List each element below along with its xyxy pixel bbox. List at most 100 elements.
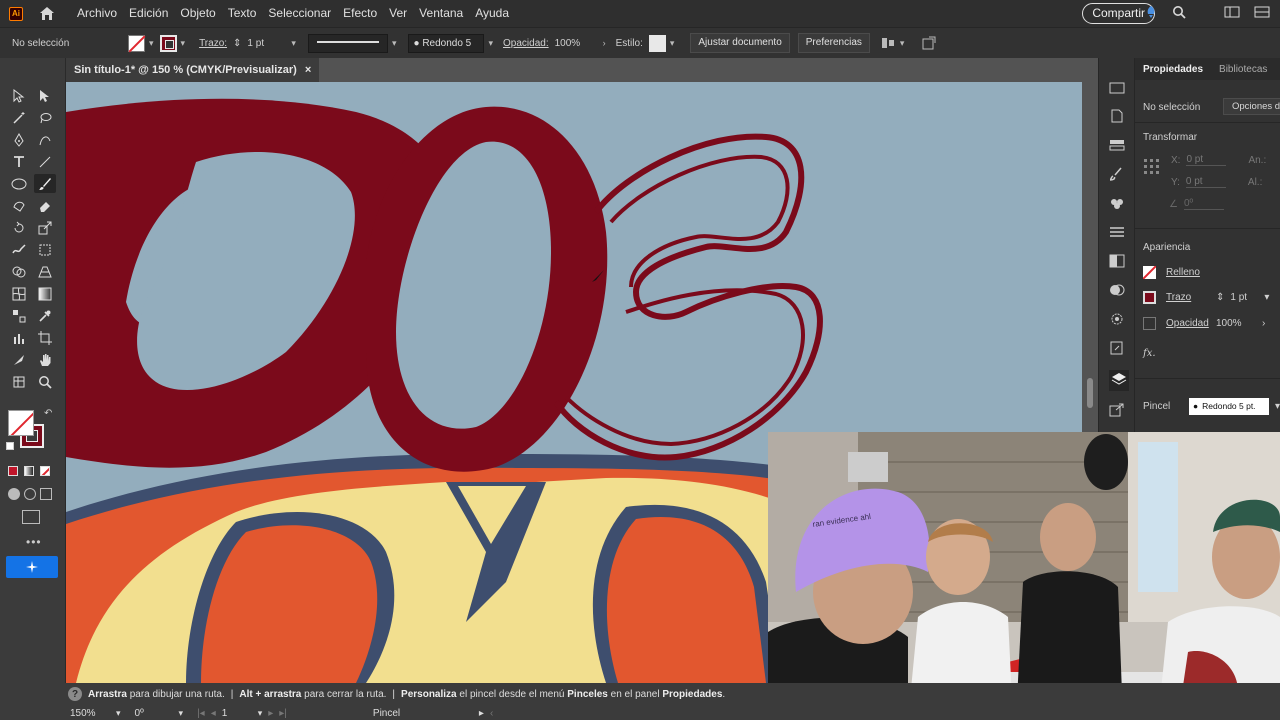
gradient-mode-icon[interactable] — [24, 466, 34, 476]
pen-tool-icon[interactable] — [8, 130, 30, 149]
chevron-right-icon[interactable]: › — [1262, 318, 1265, 329]
close-tab-icon[interactable]: × — [305, 58, 311, 82]
draw-behind-icon[interactable] — [24, 488, 36, 500]
rotation-field[interactable]: 0º — [135, 708, 173, 719]
opacity-field[interactable]: 100% — [1216, 318, 1256, 329]
preferences-button[interactable]: Preferencias — [797, 33, 870, 53]
align-icon[interactable] — [880, 28, 896, 59]
opacity-field[interactable]: 100% — [555, 28, 599, 59]
fill-none-swatch[interactable] — [1143, 266, 1156, 279]
scale-tool-icon[interactable] — [34, 218, 56, 237]
slice-tool-icon[interactable] — [8, 350, 30, 369]
shaper-tool-icon[interactable] — [8, 196, 30, 215]
export-icon[interactable] — [1109, 341, 1129, 358]
swap-arrow-icon[interactable]: ↶ — [44, 408, 52, 419]
curvature-tool-icon[interactable] — [34, 130, 56, 149]
more-tools-icon[interactable]: ••• — [26, 535, 42, 549]
swatches-icon[interactable] — [1109, 138, 1129, 155]
tab-properties[interactable]: Propiedades — [1135, 64, 1211, 75]
menu-edicion[interactable]: Edición — [123, 0, 174, 27]
workspace-icon[interactable] — [1224, 6, 1240, 21]
first-artboard-icon[interactable]: |◂ — [197, 708, 205, 719]
rocket-icon[interactable] — [1144, 5, 1158, 22]
document-setup-button[interactable]: Ajustar documento — [690, 33, 790, 53]
fill-indicator[interactable] — [8, 410, 34, 436]
stroke-label[interactable]: Trazo: — [199, 28, 227, 59]
menu-ver[interactable]: Ver — [383, 0, 413, 27]
draw-inside-icon[interactable] — [40, 488, 52, 500]
shape-builder-icon[interactable] — [8, 262, 30, 281]
default-colors-icon[interactable] — [6, 442, 14, 450]
eraser-tool-icon[interactable] — [34, 196, 56, 215]
draw-normal-icon[interactable] — [8, 488, 20, 500]
document-tab[interactable]: Sin título-1* @ 150 % (CMYK/Previsualiza… — [66, 58, 320, 82]
transparency-icon[interactable] — [1109, 254, 1129, 271]
scroll-thumb[interactable] — [1087, 378, 1093, 408]
stroke-stepper-icon[interactable]: ⇕ — [1216, 292, 1224, 303]
brushes-icon[interactable] — [1109, 167, 1129, 184]
stroke-color-swatch[interactable] — [1143, 291, 1156, 304]
fill-swatch[interactable] — [128, 34, 145, 52]
menu-seleccionar[interactable]: Seleccionar — [262, 0, 337, 27]
fill-stroke-widget[interactable]: ↶ — [6, 408, 54, 456]
last-artboard-icon[interactable]: ▸| — [279, 708, 287, 719]
asset-export-icon[interactable] — [1109, 403, 1129, 420]
x-field[interactable]: 0 pt — [1186, 154, 1227, 166]
artboard-tool-icon[interactable] — [34, 328, 56, 347]
color-guide-icon[interactable] — [1109, 312, 1129, 329]
hand-tool-icon[interactable] — [34, 350, 56, 369]
mesh-tool-icon[interactable] — [8, 284, 30, 303]
arrange-icon[interactable] — [1254, 6, 1270, 21]
artboard-field[interactable]: 1 — [222, 708, 252, 719]
stroke-swatch[interactable] — [159, 34, 177, 52]
generative-tool-button[interactable] — [6, 556, 58, 578]
brush-dropdown[interactable]: ● Redondo 5 pt. — [1189, 398, 1269, 415]
chevron-down-icon[interactable]: ▾ — [181, 38, 186, 49]
symbols-icon[interactable] — [1109, 196, 1129, 213]
style-swatch[interactable] — [648, 34, 666, 52]
chevron-down-icon[interactable]: ▾ — [488, 38, 493, 49]
magic-wand-icon[interactable] — [8, 108, 30, 127]
libraries-icon[interactable] — [1109, 80, 1129, 97]
opacity-label[interactable]: Opacidad — [1166, 318, 1210, 329]
home-icon[interactable] — [37, 4, 57, 24]
document-icon[interactable] — [1109, 109, 1129, 126]
menu-ayuda[interactable]: Ayuda — [469, 0, 515, 27]
type-tool-icon[interactable] — [8, 152, 30, 171]
next-artboard-icon[interactable]: ▸ — [268, 708, 273, 719]
fx-button[interactable]: fx. — [1143, 348, 1156, 359]
chevron-down-icon[interactable]: ▾ — [1264, 292, 1269, 303]
free-transform-icon[interactable] — [34, 240, 56, 259]
graph-tool-icon[interactable] — [8, 328, 30, 347]
chevron-down-icon[interactable]: ▾ — [179, 708, 184, 719]
profile-select[interactable] — [307, 33, 388, 53]
chevron-right-icon[interactable]: › — [603, 38, 606, 48]
paintbrush-tool-icon[interactable] — [34, 174, 56, 193]
search-icon[interactable] — [1172, 5, 1186, 22]
help-icon[interactable]: ? — [68, 687, 82, 701]
tab-libraries[interactable]: Bibliotecas — [1211, 64, 1275, 75]
blend-tool-icon[interactable] — [8, 306, 30, 325]
tool-options-button[interactable]: Opciones de herr — [1223, 98, 1280, 115]
screen-mode-icon[interactable] — [22, 510, 40, 524]
menu-archivo[interactable]: Archivo — [71, 0, 123, 27]
lasso-icon[interactable] — [34, 108, 56, 127]
status-menu-arrow-icon[interactable]: ▸ — [479, 708, 484, 719]
none-mode-icon[interactable] — [40, 466, 50, 476]
scroll-left-icon[interactable]: ‹ — [490, 708, 493, 719]
panel-toggle-icon[interactable] — [922, 28, 936, 59]
fill-label[interactable]: Relleno — [1166, 267, 1200, 278]
perspective-grid-icon[interactable] — [34, 262, 56, 281]
line-tool-icon[interactable] — [34, 152, 56, 171]
chevron-down-icon[interactable]: ▾ — [258, 708, 263, 719]
stroke-weight-field[interactable]: 1 pt — [1230, 292, 1258, 303]
stroke-label[interactable]: Trazo — [1166, 292, 1210, 303]
chevron-down-icon[interactable]: ▾ — [291, 38, 296, 49]
stroke-stepper[interactable]: ⇕ — [233, 28, 241, 59]
chevron-down-icon[interactable]: ▾ — [900, 38, 905, 49]
stroke-weight-field[interactable]: 1 pt — [247, 28, 287, 59]
rotate-tool-icon[interactable] — [8, 218, 30, 237]
chevron-down-icon[interactable]: ▾ — [392, 38, 397, 49]
chevron-down-icon[interactable]: ▾ — [149, 38, 154, 49]
menu-texto[interactable]: Texto — [222, 0, 263, 27]
